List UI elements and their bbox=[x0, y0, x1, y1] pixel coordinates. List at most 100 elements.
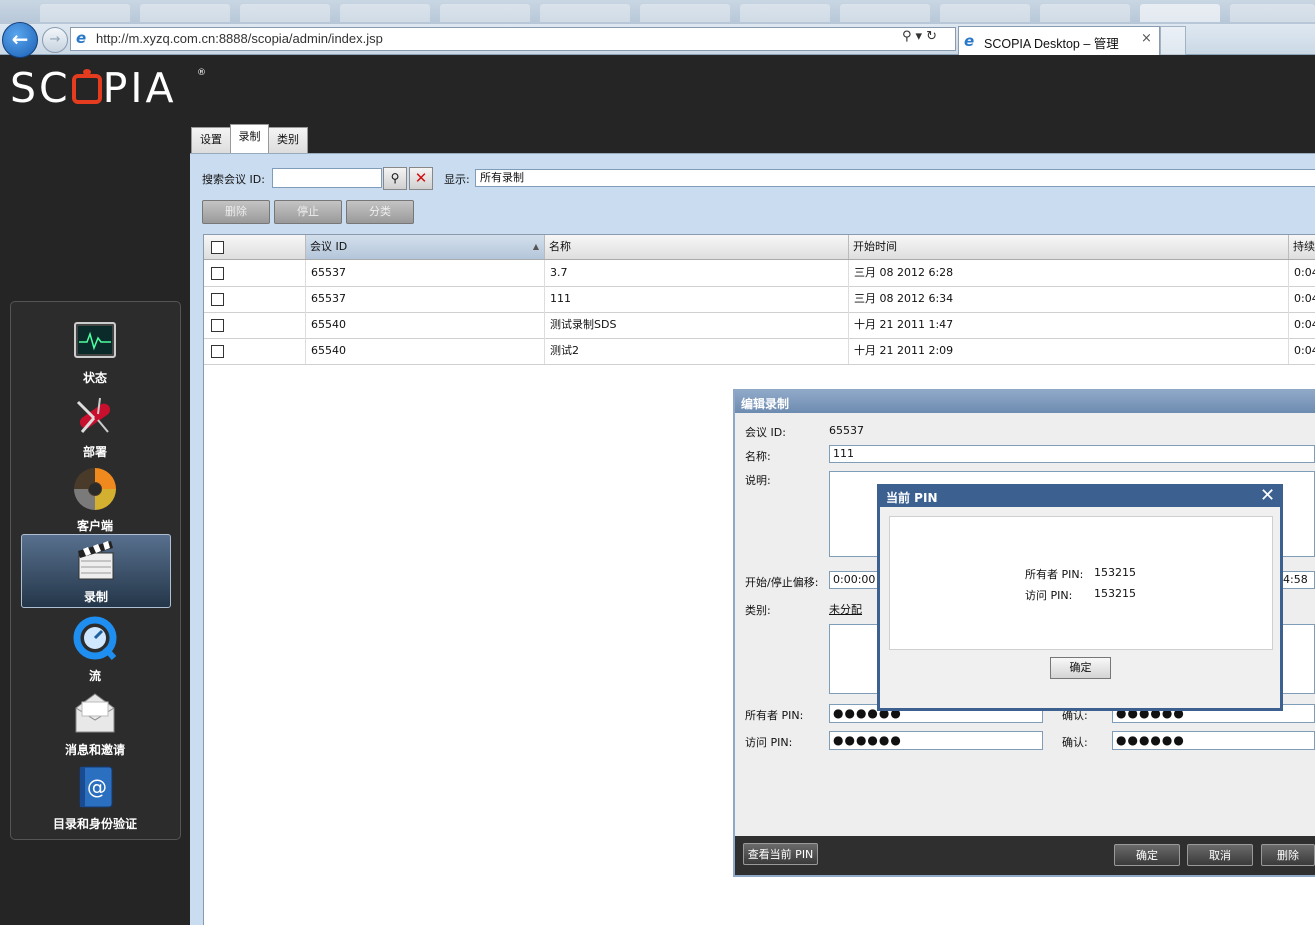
offset-label: 开始/停止偏移: bbox=[745, 576, 819, 589]
search-icon[interactable]: ⚲ bbox=[902, 29, 916, 44]
arrow-right-icon: → bbox=[49, 32, 61, 47]
delete-button[interactable]: 删除 bbox=[202, 200, 270, 224]
cell-meeting-id: 65537 bbox=[306, 260, 545, 286]
access-confirm-input[interactable]: ●●●●●● bbox=[1112, 731, 1315, 750]
nav-label: 状态 bbox=[82, 371, 107, 385]
tab-settings[interactable]: 设置 bbox=[191, 127, 231, 154]
tab-title: SCOPIA Desktop – 管理 bbox=[984, 37, 1119, 51]
header-select-all[interactable] bbox=[204, 235, 306, 259]
delete-recording-button[interactable]: 删除 bbox=[1261, 844, 1315, 866]
ie-icon: e bbox=[76, 29, 87, 47]
background-tab[interactable] bbox=[540, 4, 630, 22]
nav-item-recording[interactable]: 录制 bbox=[21, 534, 171, 608]
tab-category[interactable]: 类别 bbox=[268, 127, 308, 154]
nav-label: 部署 bbox=[82, 445, 107, 459]
quicktime-icon bbox=[73, 616, 117, 661]
dropdown-icon[interactable]: ▾ bbox=[916, 29, 927, 44]
edit-dialog-title-bar[interactable] bbox=[735, 391, 1315, 413]
table-row[interactable]: 65537 111 三月 08 2012 6:34 0:04 bbox=[204, 286, 1315, 313]
access-pin-value: 153215 bbox=[1094, 587, 1136, 600]
address-url[interactable]: http://m.xyzq.com.cn:8888/scopia/admin/i… bbox=[96, 31, 383, 46]
search-meeting-id-input[interactable] bbox=[272, 168, 382, 188]
swiss-knife-icon bbox=[76, 397, 111, 433]
ie-icon: e bbox=[964, 32, 975, 50]
watermark: www.wooyun.org bbox=[1108, 878, 1303, 903]
header-duration[interactable]: 持续 bbox=[1289, 235, 1315, 259]
tab-close-icon[interactable]: × bbox=[1141, 31, 1152, 46]
background-tab[interactable] bbox=[740, 4, 830, 22]
classify-button[interactable]: 分类 bbox=[346, 200, 414, 224]
stop-button[interactable]: 停止 bbox=[274, 200, 342, 224]
cell-duration: 0:04 bbox=[1294, 266, 1315, 279]
cancel-button[interactable]: 取消 bbox=[1187, 844, 1253, 866]
view-current-pin-button[interactable]: 查看当前 PIN bbox=[743, 843, 818, 865]
access-pin-input[interactable]: ●●●●●● bbox=[829, 731, 1043, 750]
table-row[interactable]: 65540 测试2 十月 21 2011 2:09 0:04 bbox=[204, 338, 1315, 365]
background-tab[interactable] bbox=[840, 4, 930, 22]
arrow-left-icon: ← bbox=[11, 27, 29, 51]
row-checkbox[interactable] bbox=[211, 345, 224, 358]
name-label: 名称: bbox=[745, 450, 771, 463]
category-link[interactable]: 未分配 bbox=[829, 601, 862, 617]
access-pin-label: 访问 PIN: bbox=[745, 736, 793, 749]
background-tab[interactable] bbox=[240, 4, 330, 22]
cell-meeting-id: 65540 bbox=[306, 338, 545, 364]
cell-duration: 0:04 bbox=[1294, 318, 1315, 331]
row-checkbox[interactable] bbox=[211, 267, 224, 280]
close-icon: ✕ bbox=[414, 169, 428, 187]
close-icon[interactable]: ✕ bbox=[1260, 485, 1275, 506]
offset-end-input[interactable]: 4:58 bbox=[1279, 571, 1315, 589]
clear-search-button[interactable]: ✕ bbox=[409, 167, 433, 190]
header-name[interactable]: 名称 bbox=[545, 235, 849, 259]
browser-tab-strip bbox=[0, 0, 1315, 24]
table-row[interactable]: 65537 3.7 三月 08 2012 6:28 0:04 bbox=[204, 260, 1315, 287]
background-tab[interactable] bbox=[940, 4, 1030, 22]
background-tab[interactable] bbox=[140, 4, 230, 22]
pin-ok-button[interactable]: 确定 bbox=[1050, 657, 1111, 679]
nav-item-stream[interactable]: 流 bbox=[21, 614, 169, 686]
edit-dialog-title: 编辑录制 bbox=[741, 397, 790, 411]
background-tab[interactable] bbox=[40, 4, 130, 22]
nav-item-client[interactable]: 客户端 bbox=[21, 464, 169, 536]
search-button[interactable]: ⚲ bbox=[383, 167, 407, 190]
owner-pin-value: 153215 bbox=[1094, 566, 1136, 579]
forward-button[interactable]: → bbox=[42, 27, 68, 53]
ok-button[interactable]: 确定 bbox=[1114, 844, 1180, 866]
address-book-icon: @ bbox=[79, 766, 113, 808]
nav-label: 录制 bbox=[83, 590, 108, 604]
background-tab[interactable] bbox=[1230, 4, 1315, 22]
table-row[interactable]: 65540 测试录制SDS 十月 21 2011 1:47 0:04 bbox=[204, 312, 1315, 339]
header-start-time[interactable]: 开始时间 bbox=[849, 235, 1289, 259]
scopia-logo: SC PIA bbox=[10, 64, 177, 112]
show-filter-select[interactable]: 所有录制 bbox=[475, 169, 1315, 187]
nav-item-status[interactable]: 状态 bbox=[21, 316, 169, 388]
nav-item-deploy[interactable]: 部署 bbox=[21, 390, 169, 462]
background-tab[interactable] bbox=[440, 4, 530, 22]
tab-recording[interactable]: 录制 bbox=[230, 124, 269, 155]
clapperboard-icon bbox=[78, 541, 114, 580]
address-tools[interactable]: ⚲▾↻ bbox=[902, 29, 941, 44]
row-checkbox[interactable] bbox=[211, 293, 224, 306]
magnifier-icon: ⚲ bbox=[390, 171, 400, 185]
background-tab[interactable] bbox=[340, 4, 430, 22]
nav-label: 消息和邀请 bbox=[64, 743, 125, 757]
cell-duration: 0:04 bbox=[1294, 292, 1315, 305]
row-checkbox[interactable] bbox=[211, 319, 224, 332]
nav-item-directory[interactable]: @ 目录和身份验证 bbox=[21, 762, 169, 834]
name-input[interactable]: 111 bbox=[829, 445, 1315, 463]
refresh-icon[interactable]: ↻ bbox=[926, 29, 941, 44]
header-meeting-id[interactable]: 会议 ID ▲ bbox=[306, 235, 545, 259]
nav-item-messages[interactable]: 消息和邀请 bbox=[21, 688, 169, 760]
background-tab[interactable] bbox=[1040, 4, 1130, 22]
cell-name: 3.7 bbox=[545, 260, 849, 286]
back-button[interactable]: ← bbox=[2, 22, 38, 58]
select-all-checkbox[interactable] bbox=[211, 241, 224, 254]
pin-dialog-title-bar[interactable] bbox=[880, 487, 1280, 507]
background-tab[interactable] bbox=[640, 4, 730, 22]
cell-name: 测试2 bbox=[545, 338, 849, 364]
category-label: 类别: bbox=[745, 604, 771, 617]
logo-camera-o bbox=[71, 69, 102, 104]
sort-asc-icon: ▲ bbox=[532, 242, 539, 251]
background-tab[interactable] bbox=[1140, 4, 1220, 22]
new-tab-button[interactable] bbox=[1160, 26, 1186, 55]
